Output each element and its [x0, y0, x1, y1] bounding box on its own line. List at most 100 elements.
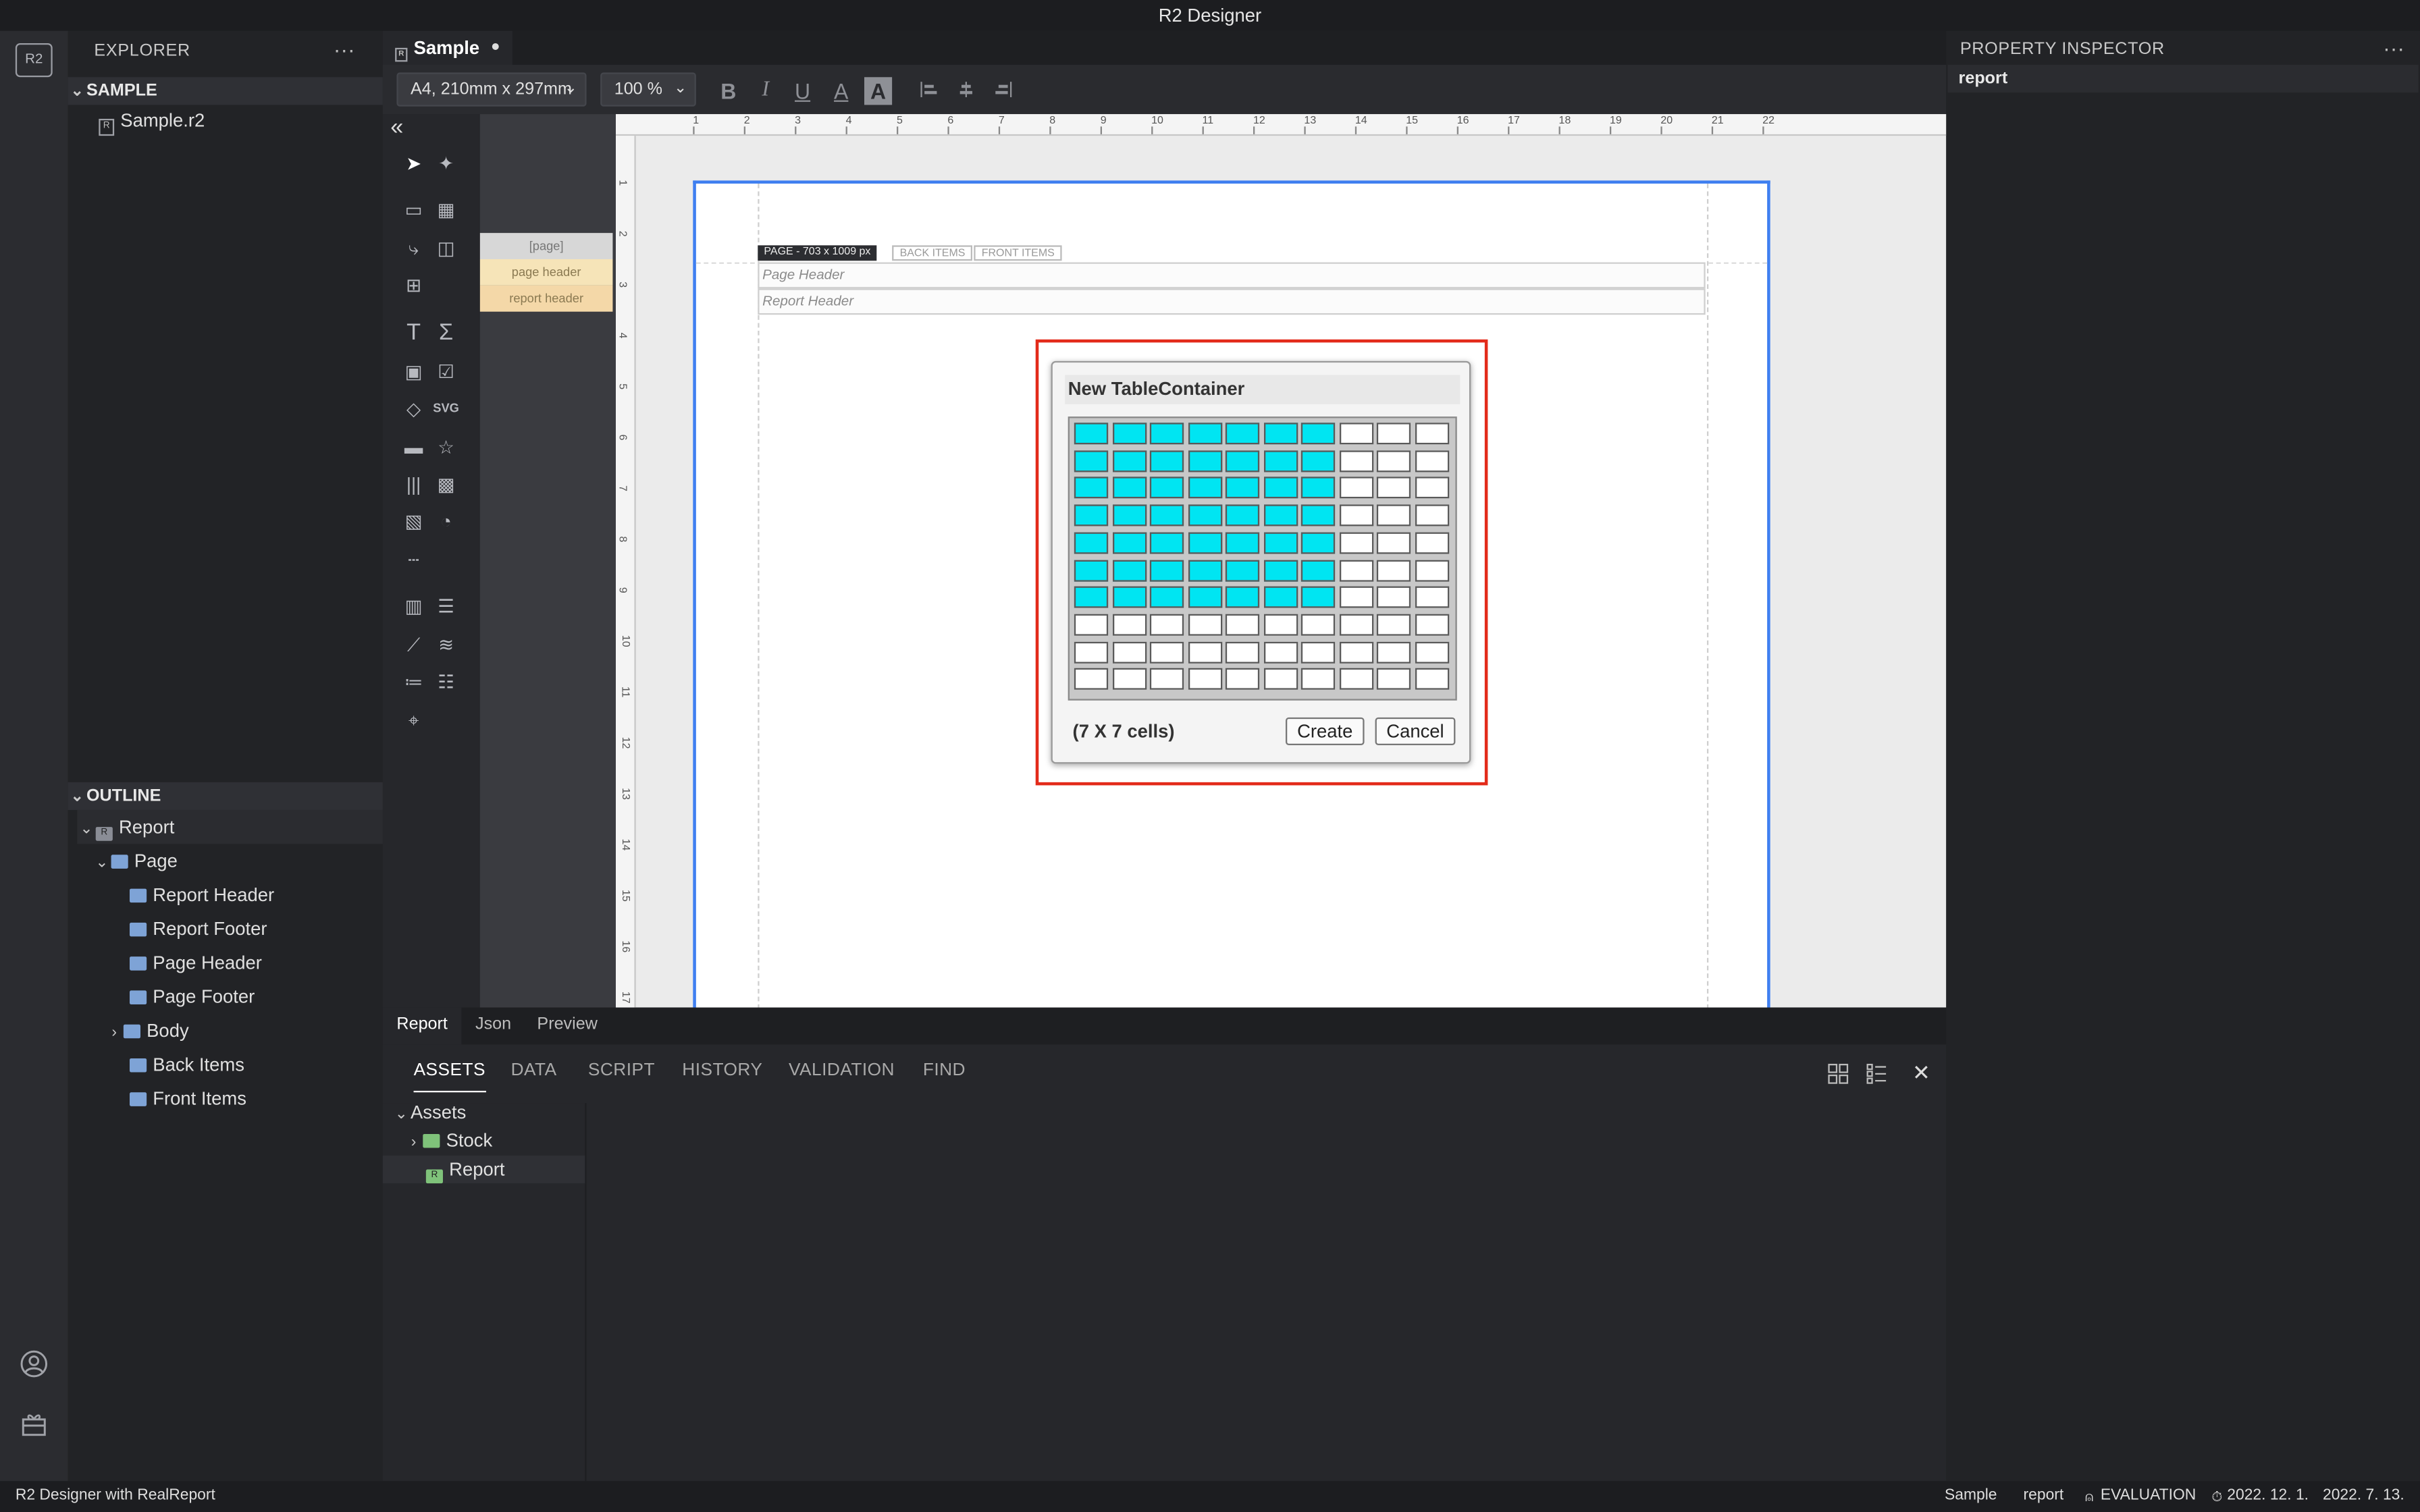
grid-cell[interactable] [1414, 477, 1449, 500]
line-tool-icon[interactable]: ⟋ [398, 630, 429, 661]
grid-cell[interactable] [1149, 668, 1184, 691]
grid-cell-selected[interactable] [1225, 504, 1260, 526]
close-panel-icon[interactable]: ✕ [1912, 1060, 1930, 1086]
assets-report-item[interactable]: R Report [382, 1155, 585, 1184]
band-page-header[interactable]: page header [479, 259, 613, 286]
report-header-band[interactable]: Report Header [758, 288, 1706, 315]
separator-tool-icon[interactable]: ┄ [398, 545, 429, 576]
magic-tool-icon[interactable]: ✦ [431, 148, 462, 179]
tab-script[interactable]: SCRIPT [588, 1062, 655, 1093]
grid-cell[interactable] [1376, 614, 1411, 636]
grid-cell[interactable] [1414, 668, 1449, 691]
grid-cell[interactable] [1376, 532, 1411, 554]
grid-cell-selected[interactable] [1074, 559, 1109, 581]
grid-cell[interactable] [1338, 532, 1373, 554]
outline-front-items[interactable]: Front Items [129, 1081, 246, 1115]
grid-cell[interactable] [1414, 450, 1449, 472]
grid-cell-selected[interactable] [1074, 423, 1109, 445]
grid-cell[interactable] [1187, 641, 1222, 663]
grid-cell[interactable] [1338, 641, 1373, 663]
inspector-more-icon[interactable]: ··· [2383, 36, 2404, 61]
unsaved-dot-icon[interactable]: ● [491, 31, 500, 65]
grid-cell-selected[interactable] [1300, 586, 1336, 608]
grid-cell-selected[interactable] [1111, 477, 1147, 500]
barcode-tool-icon[interactable]: ||| [398, 469, 429, 500]
underline-button[interactable]: U [789, 77, 816, 105]
grid-cell-selected[interactable] [1187, 559, 1222, 581]
outline-section-header[interactable]: ⌄ OUTLINE [68, 782, 383, 810]
grid-cell[interactable] [1376, 423, 1411, 445]
stack-tool-icon[interactable]: ≋ [431, 630, 462, 661]
grid-cell[interactable] [1414, 559, 1449, 581]
grid-cell-selected[interactable] [1225, 450, 1260, 472]
outline-page-footer[interactable]: Page Footer [129, 979, 255, 1013]
grid-cell-selected[interactable] [1187, 504, 1222, 526]
svg-tool-icon[interactable]: SVG [426, 394, 466, 425]
grid-view-icon[interactable] [1827, 1063, 1849, 1089]
grid-cell-selected[interactable] [1187, 450, 1222, 472]
status-license[interactable]: EVALUATION [2101, 1481, 2196, 1512]
grid-cell-selected[interactable] [1300, 477, 1336, 500]
paper-size-select[interactable]: A4, 210mm x 297mm ⌄ [396, 72, 587, 107]
pattern-tool-icon[interactable]: ▧ [398, 506, 429, 537]
column-layout-tool-icon[interactable]: ▥ [398, 591, 429, 622]
summary-tool-icon[interactable]: Σ [431, 318, 462, 349]
tab-json[interactable]: Json [461, 1008, 525, 1045]
grid-cell-selected[interactable] [1300, 532, 1336, 554]
account-icon[interactable] [18, 1350, 49, 1381]
grid-cell-selected[interactable] [1111, 423, 1147, 445]
grid-cell[interactable] [1414, 586, 1449, 608]
grid-cell[interactable] [1149, 641, 1184, 663]
list-layout-tool-icon[interactable]: ☰ [431, 591, 462, 622]
grid-cell[interactable] [1414, 641, 1449, 663]
shapes-tool-icon[interactable]: ◇ [398, 394, 429, 425]
status-selection[interactable]: report [2024, 1481, 2064, 1512]
tab-report[interactable]: Report [382, 1007, 462, 1045]
grid-cell[interactable] [1376, 586, 1411, 608]
grid-cell-selected[interactable] [1187, 532, 1222, 554]
tab-history[interactable]: HISTORY [682, 1062, 762, 1093]
grid-cell-selected[interactable] [1149, 477, 1184, 500]
grid-cell-selected[interactable] [1149, 504, 1184, 526]
tab-find[interactable]: FIND [923, 1062, 966, 1093]
hierarchy-tool-icon[interactable]: ⌖ [398, 705, 429, 736]
grid-cell[interactable] [1376, 504, 1411, 526]
grid-cell[interactable] [1338, 586, 1373, 608]
grid-cell-selected[interactable] [1263, 423, 1298, 445]
outline-page-header[interactable]: Page Header [129, 946, 262, 979]
tab-data[interactable]: DATA [511, 1062, 557, 1093]
create-button[interactable]: Create [1285, 717, 1365, 745]
back-items-badge[interactable]: BACK ITEMS [892, 245, 973, 261]
grid-cell-selected[interactable] [1225, 586, 1260, 608]
grid-cell[interactable] [1111, 641, 1147, 663]
grid-cell[interactable] [1225, 641, 1260, 663]
grid-cell-selected[interactable] [1300, 504, 1336, 526]
grid-cell-selected[interactable] [1149, 586, 1184, 608]
font-color-button[interactable]: A [827, 77, 855, 105]
grid-cell-selected[interactable] [1263, 532, 1298, 554]
assets-stock-folder[interactable]: › Stock [404, 1127, 492, 1154]
front-items-badge[interactable]: FRONT ITEMS [974, 245, 1063, 261]
outline-back-items[interactable]: Back Items [129, 1048, 244, 1081]
grid-cell[interactable] [1376, 641, 1411, 663]
grid-cell-selected[interactable] [1263, 450, 1298, 472]
star-tool-icon[interactable]: ☆ [431, 432, 462, 463]
qrcode-tool-icon[interactable]: ▩ [431, 469, 462, 500]
inspector-selected-item[interactable]: report [1947, 64, 2419, 93]
list-tool-icon[interactable]: ≔ [398, 666, 429, 697]
grid-cell-selected[interactable] [1300, 450, 1336, 472]
grid-cell-selected[interactable] [1225, 477, 1260, 500]
grid-cell-selected[interactable] [1300, 559, 1336, 581]
align-center-icon[interactable] [952, 77, 980, 105]
grid-cell[interactable] [1338, 450, 1373, 472]
field-tool-icon[interactable]: ▬ [398, 432, 429, 463]
outline-page[interactable]: ⌄ Page [93, 844, 178, 878]
grid-cell-selected[interactable] [1300, 423, 1336, 445]
outline-report-footer[interactable]: Report Footer [129, 912, 267, 946]
grid-cell-selected[interactable] [1111, 532, 1147, 554]
grid-cell[interactable] [1338, 559, 1373, 581]
align-right-icon[interactable] [989, 77, 1017, 105]
grid-cell-selected[interactable] [1149, 423, 1184, 445]
grid-cell-selected[interactable] [1225, 423, 1260, 445]
list-view-icon[interactable] [1866, 1063, 1887, 1089]
